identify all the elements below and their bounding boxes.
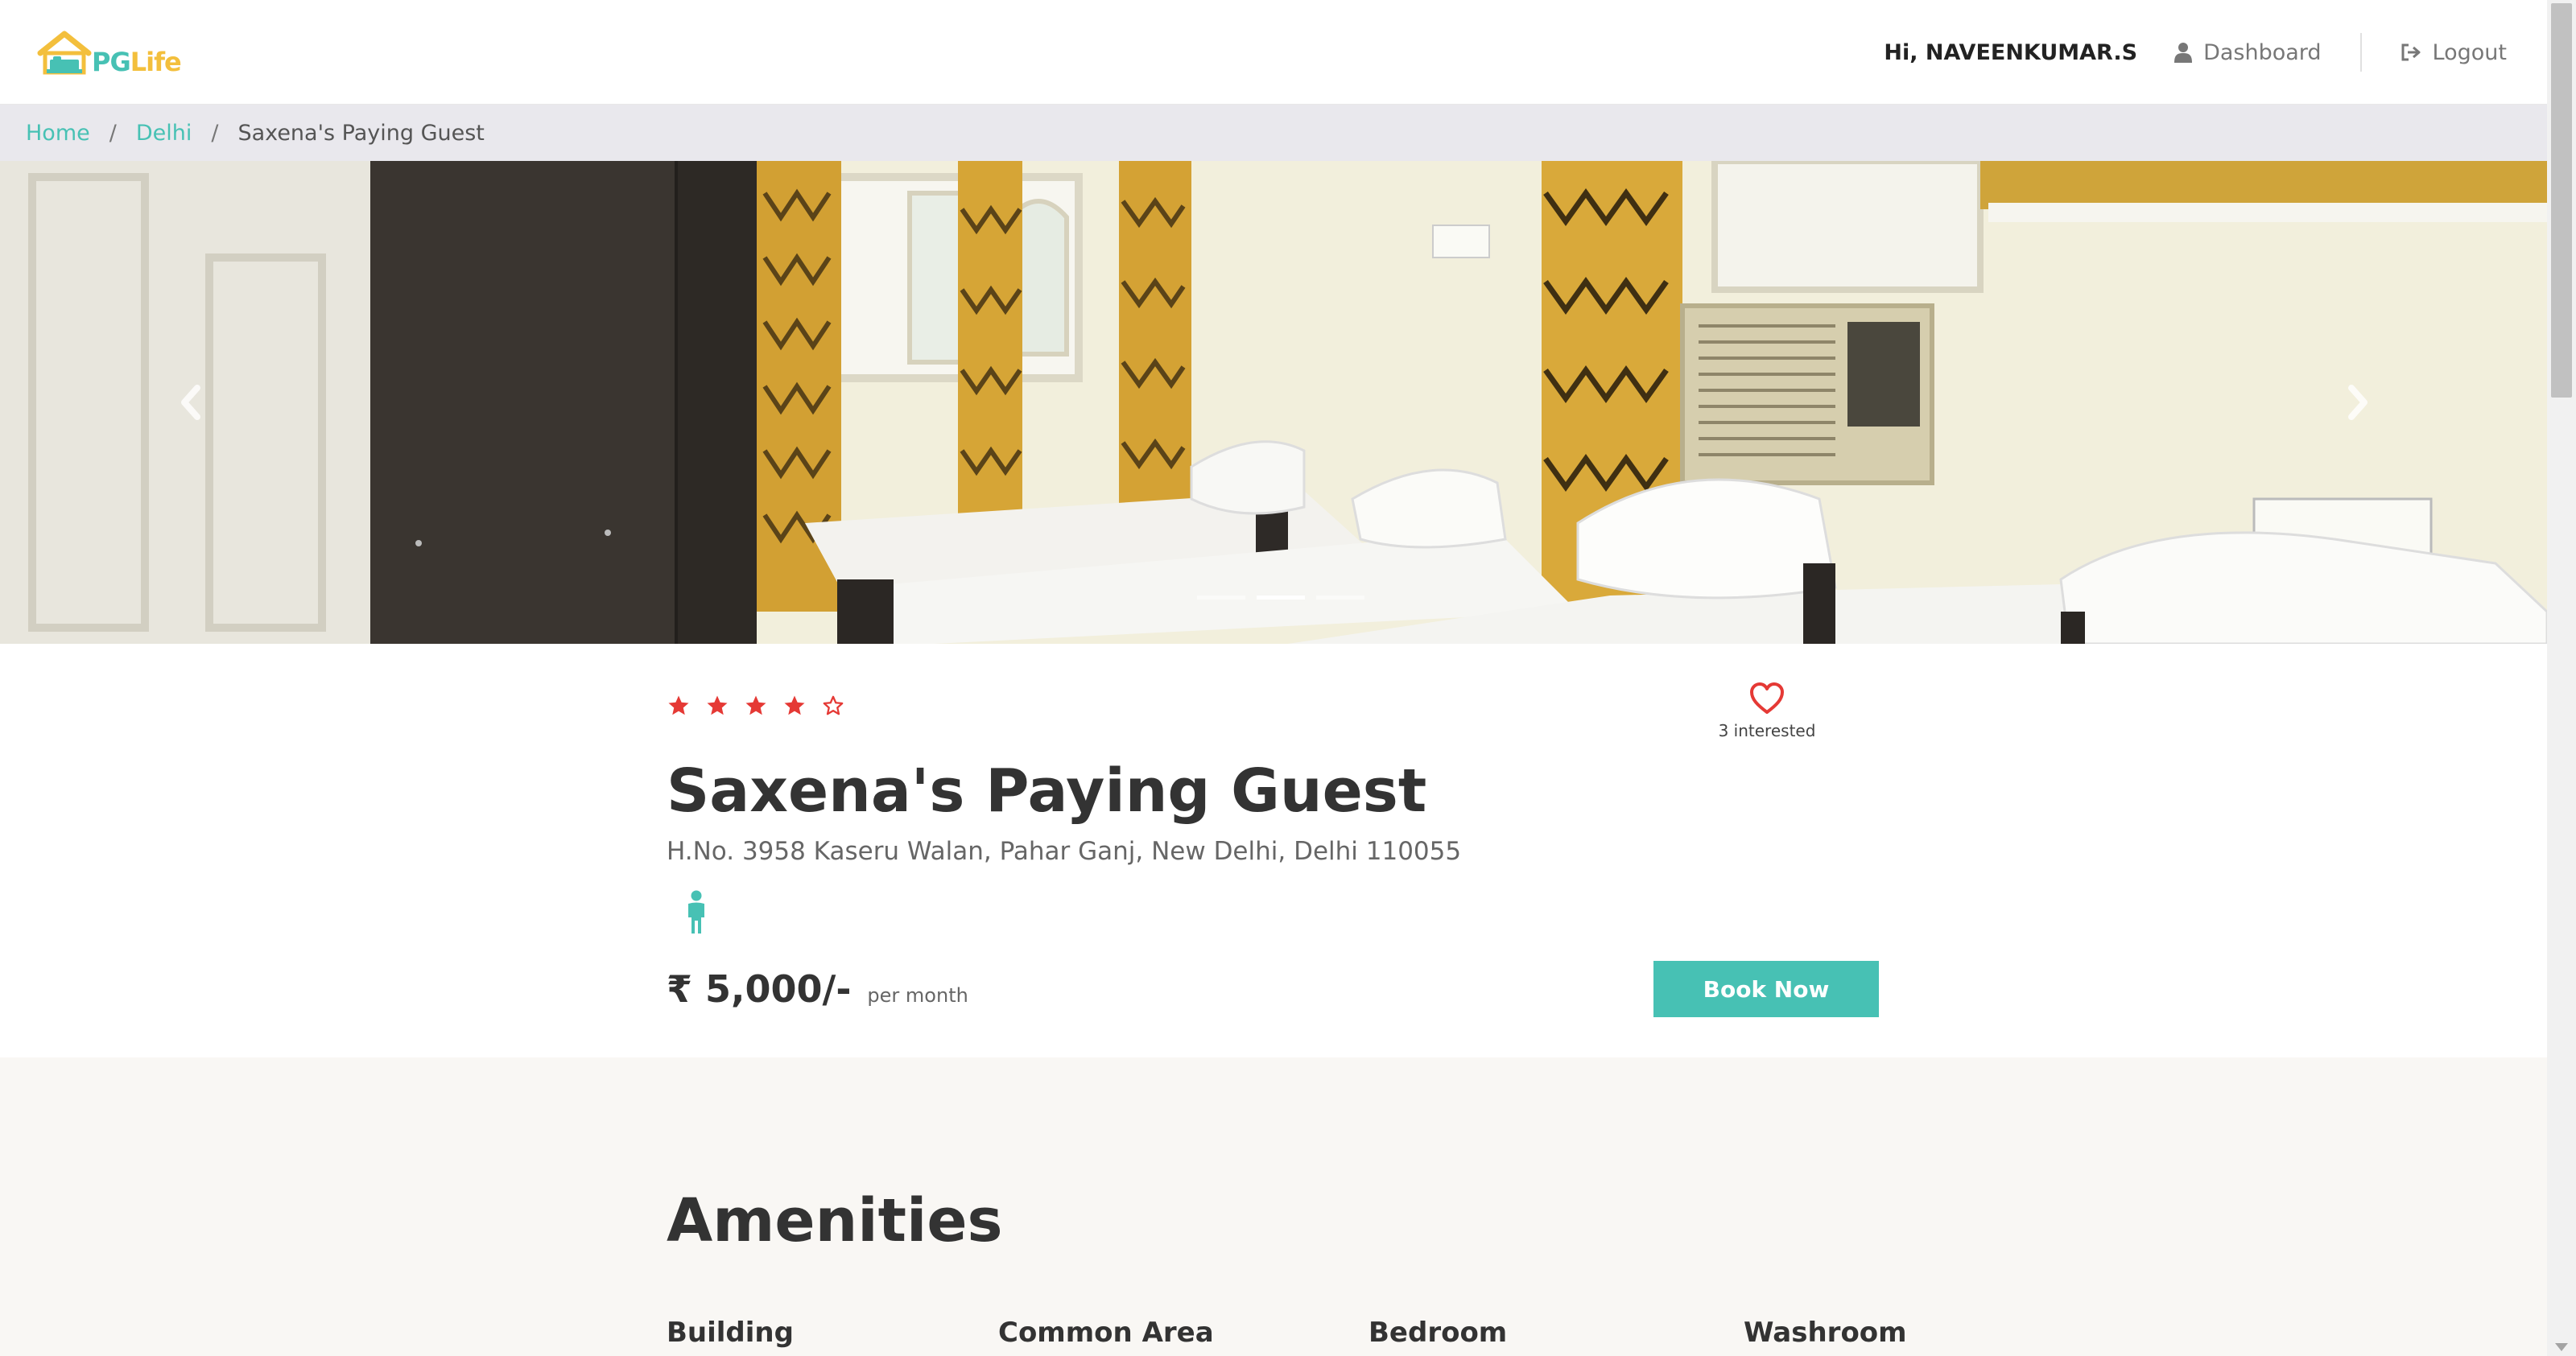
star-filled-icon [784, 695, 805, 715]
rent-amount: ₹ 5,000/- [667, 967, 852, 1011]
house-logo-icon [37, 31, 92, 75]
pglife-logo[interactable]: PGLife [35, 29, 182, 79]
user-greeting: Hi, NAVEENKUMAR.S [1884, 39, 2138, 65]
amenity-category-washroom: Washroom [1744, 1317, 1907, 1349]
room-photo [0, 161, 2547, 644]
breadcrumb-separator: / [109, 120, 117, 146]
logo-text: PGLife [92, 47, 182, 77]
property-image-carousel[interactable] [0, 161, 2547, 644]
male-icon [688, 890, 704, 934]
breadcrumb-city[interactable]: Delhi [136, 121, 192, 146]
breadcrumb-separator: / [211, 120, 219, 146]
rent-unit: per month [867, 984, 968, 1007]
logo-pg: PG [92, 47, 131, 77]
interested-count: 3 interested [1718, 721, 1816, 740]
breadcrumb-current: Saxena's Paying Guest [237, 120, 485, 146]
star-filled-icon [745, 695, 766, 715]
scrollbar-thumb[interactable] [2551, 3, 2572, 398]
navbar: PGLife Hi, NAVEENKUMAR.S Dashboard Logou… [0, 0, 2547, 105]
breadcrumb-home[interactable]: Home [26, 121, 90, 146]
star-filled-icon [668, 695, 689, 715]
breadcrumb: Home / Delhi / Saxena's Paying Guest [0, 105, 2547, 161]
star-empty-icon [823, 695, 844, 715]
logout-label: Logout [2432, 39, 2507, 65]
user-icon [2174, 43, 2193, 63]
carousel-indicators [1191, 596, 1370, 600]
carousel-indicator[interactable] [1316, 596, 1364, 600]
chevron-left-icon [181, 385, 200, 420]
logout-link[interactable]: Logout [2401, 40, 2507, 65]
carousel-next-button[interactable] [2334, 378, 2383, 427]
nav-divider [2359, 33, 2362, 72]
nav-right: Hi, NAVEENKUMAR.S Dashboard Logout [1884, 0, 2507, 105]
logo-life: Life [130, 47, 182, 77]
dashboard-label: Dashboard [2203, 39, 2322, 65]
page-scrollbar[interactable] [2547, 0, 2576, 1356]
interested-block[interactable]: 3 interested [1715, 682, 1819, 740]
amenities-title: Amenities [667, 1186, 1003, 1255]
property-details: 3 interested Saxena's Paying Guest H.No.… [0, 644, 2547, 1057]
sign-out-icon [2401, 43, 2421, 61]
star-filled-icon [707, 695, 728, 715]
carousel-indicator-active[interactable] [1257, 596, 1305, 600]
amenities-section: Amenities Building Common Area Bedroom W… [0, 1057, 2547, 1356]
property-address: H.No. 3958 Kaseru Walan, Pahar Ganj, New… [667, 837, 1462, 866]
rating-stars [667, 694, 860, 718]
carousel-prev-button[interactable] [166, 378, 214, 427]
chevron-right-icon [2348, 385, 2368, 420]
amenity-category-common-area: Common Area [998, 1317, 1214, 1349]
book-now-button[interactable]: Book Now [1653, 961, 1879, 1017]
scroll-down-arrow-icon[interactable] [2555, 1343, 2568, 1351]
property-name: Saxena's Paying Guest [667, 756, 1427, 826]
rent: ₹ 5,000/- per month [667, 967, 968, 1011]
carousel-indicator[interactable] [1197, 596, 1245, 600]
dashboard-link[interactable]: Dashboard [2174, 39, 2322, 65]
heart-icon[interactable] [1749, 682, 1785, 715]
amenity-category-bedroom: Bedroom [1368, 1317, 1508, 1349]
amenity-category-building: Building [667, 1317, 794, 1349]
